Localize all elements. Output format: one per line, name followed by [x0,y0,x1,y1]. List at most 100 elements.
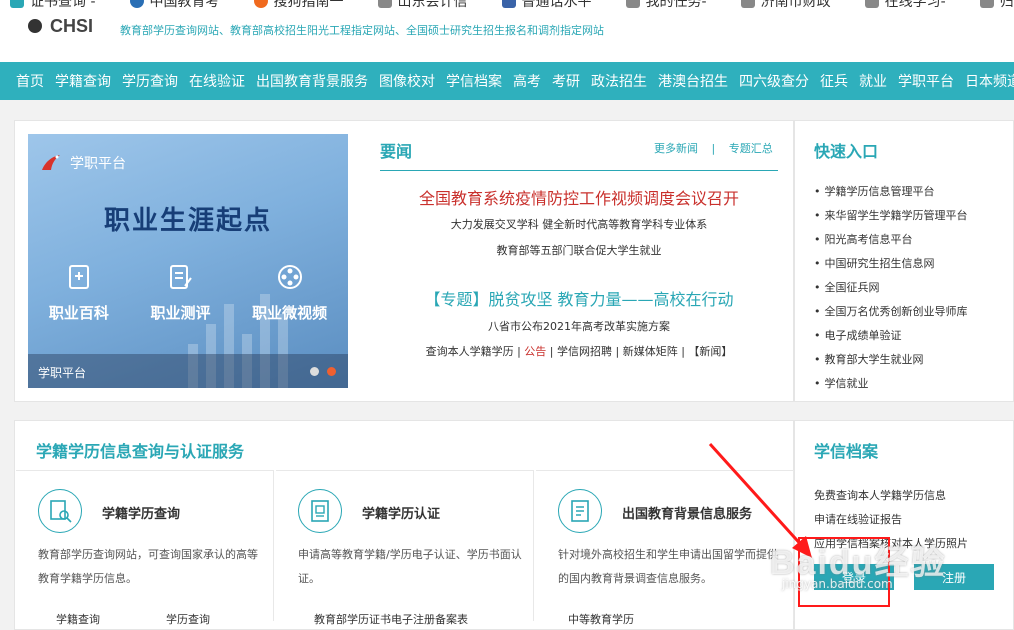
nav-item[interactable]: 高考 [513,71,541,91]
service-name: 学籍学历查询 [102,507,181,522]
query-self-link[interactable]: 查询本人学籍学历 [426,345,514,358]
service-link[interactable]: 学历查询 [166,611,210,627]
archive-link[interactable]: 申请在线验证报告 [814,508,968,532]
bookmark-icon [377,0,392,8]
xuezhi-banner[interactable]: 学职平台 职业生涯起点 职业百科 职业测评 职业微视频 学职平台 [28,134,348,388]
bookmark-icon [740,0,755,8]
platform-name: 学职平台 [70,156,126,172]
news-sub-link[interactable]: 教育部等五部门联合促大学生就业 [380,242,778,258]
bookmark[interactable]: 我的任务- [625,0,707,11]
banner-caption: 学职平台 [28,354,348,388]
nav-item[interactable]: 学历查询 [122,71,178,91]
news-quick-links: 查询本人学籍学历 | 公告 | 学信网招聘 | 新媒体矩阵 | 【新闻】 [425,345,733,358]
news-divider [380,170,778,171]
archive-link[interactable]: 免费查询本人学籍学历信息 [814,484,968,508]
bookmark-label: 在线学习- [884,0,946,10]
nav-item[interactable]: 在线验证 [189,71,245,91]
main-nav: 首页 学籍查询 学历查询 在线验证 出国教育背景服务 图像校对 学信档案 高考 … [0,62,1014,100]
banner-item[interactable]: 职业百科 [49,262,109,323]
bookmark-label: 归巢业务办 [999,0,1014,10]
service-link[interactable]: 教育部学历证书电子注册备案表 [314,611,468,627]
services-title: 学籍学历信息查询与认证服务 [36,442,245,461]
bookmark[interactable]: 搜狗指南一 [253,0,344,11]
quick-entry-link[interactable]: 学信就业 [814,372,968,396]
banner-caption-text: 学职平台 [38,366,87,380]
banner-item[interactable]: 职业微视频 [252,262,327,323]
certificate-icon [298,489,342,533]
bookmark[interactable]: 中国教育考 [129,0,220,11]
nav-item[interactable]: 学职平台 [898,71,954,91]
news-topic-headline[interactable]: 【专题】脱贫攻坚 教育力量——高校在行动 [380,286,778,310]
bookmark[interactable]: 普通话水平 [501,0,592,11]
quick-entry-link[interactable]: 中国研究生招生信息网 [814,252,968,276]
banner-item[interactable]: 职业测评 [150,262,210,323]
quick-entry-link[interactable]: 全国万名优秀创新创业导师库 [814,300,968,324]
baidu-watermark-url: jingyan.baidu.com [782,577,893,591]
bookmark-label: 山东会计信 [397,0,468,10]
carousel-dot[interactable] [310,367,319,376]
banner-item-label: 职业微视频 [252,304,328,322]
news-link[interactable]: 【新闻】 [688,345,732,358]
logo-icon [28,19,42,33]
archive-title: 学信档案 [814,442,879,461]
service-link[interactable]: 学籍查询 [56,611,100,627]
bookmark-icon [625,0,640,8]
service-desc: 教育部学历查询网站，可查询国家承认的高等教育学籍学历信息。 [38,548,258,585]
news-sub-link[interactable]: 大力发展交叉学科 健全新时代高等教育学科专业体系 [380,216,778,232]
sogou-icon [253,0,268,8]
quick-entry-link[interactable]: 学籍学历信息管理平台 [814,180,968,204]
carousel-dot-active[interactable] [327,367,336,376]
news-more-links: 更多新闻 | 专题汇总 [654,140,773,156]
nav-item[interactable]: 首页 [16,71,44,91]
banner-headline: 职业生涯起点 [103,205,272,235]
nav-item[interactable]: 学信档案 [446,71,502,91]
edit-icon [170,265,193,289]
nav-item[interactable]: 征兵 [820,71,848,91]
news-headline[interactable]: 全国教育系统疫情防控工作视频调度会议召开 [380,185,778,209]
nav-item[interactable]: 日本频道 [965,71,1014,91]
topics-link[interactable]: 专题汇总 [729,142,773,155]
recruit-link[interactable]: 学信网招聘 [557,345,612,358]
nav-item[interactable]: 考研 [552,71,580,91]
bookmark-icon [129,0,144,8]
notice-link[interactable]: 公告 [524,345,546,358]
bookmark-icon [10,0,24,8]
quick-entry-link[interactable]: 来华留学生学籍学历管理平台 [814,204,968,228]
nav-item[interactable]: 港澳台招生 [658,71,728,91]
service-desc: 申请高等教育学籍/学历电子认证、学历书面认证。 [298,548,522,585]
quick-entry-link[interactable]: 教育部大学生就业网 [814,348,968,372]
service-link[interactable]: 中等教育学历 [568,611,634,627]
nav-item[interactable]: 出国教育背景服务 [256,71,368,91]
nav-item[interactable]: 就业 [859,71,887,91]
nav-item[interactable]: 学籍查询 [55,71,111,91]
nav-item[interactable]: 图像校对 [379,71,435,91]
quick-entry-link[interactable]: 阳光高考信息平台 [814,228,968,252]
quick-entry-link[interactable]: 电子成绩单验证 [814,324,968,348]
bookmark-icon [979,0,994,8]
nav-item[interactable]: 政法招生 [591,71,647,91]
chsi-logo[interactable]: CHSI [28,16,93,37]
service-name: 学籍学历认证 [362,507,441,522]
media-link[interactable]: 新媒体矩阵 [623,345,678,358]
service-card[interactable]: 学籍学历认证 申请高等教育学籍/学历电子认证、学历书面认证。 教育部学历证书电子… [276,470,534,626]
film-reel-icon [277,265,302,289]
site-header: CHSI 教育部学历查询网站、教育部高校招生阳光工程指定网站、全国硕士研究生招生… [0,12,1014,62]
platform-label: 学职平台 [40,152,126,174]
certificate-search-icon [38,489,82,533]
banner-item-label: 职业百科 [48,304,109,322]
bookmark[interactable]: 在线学习- [864,0,946,11]
quick-entry-link[interactable]: 全国征兵网 [814,276,968,300]
quick-entry-list: 学籍学历信息管理平台 来华留学生学籍学历管理平台 阳光高考信息平台 中国研究生招… [814,180,968,396]
banner-items: 职业百科 职业测评 职业微视频 [28,262,348,323]
bookmark-icon [501,0,516,8]
bookmark[interactable]: 证书查询 - [10,0,96,11]
nav-item[interactable]: 四六级查分 [739,71,809,91]
bookmark[interactable]: 归巢业务办 [979,0,1014,11]
news-sub-link[interactable]: 八省市公布2021年高考改革实施方案 [380,318,778,334]
quick-entry-title: 快速入口 [814,142,879,161]
bookmark-label: 中国教育考 [149,0,220,10]
bookmark[interactable]: 山东会计信 [377,0,468,11]
bookmark[interactable]: 济南市财政 [740,0,831,11]
service-card[interactable]: 学籍学历查询 教育部学历查询网站，可查询国家承认的高等教育学籍学历信息。 学籍查… [16,470,274,626]
more-news-link[interactable]: 更多新闻 [654,142,698,155]
